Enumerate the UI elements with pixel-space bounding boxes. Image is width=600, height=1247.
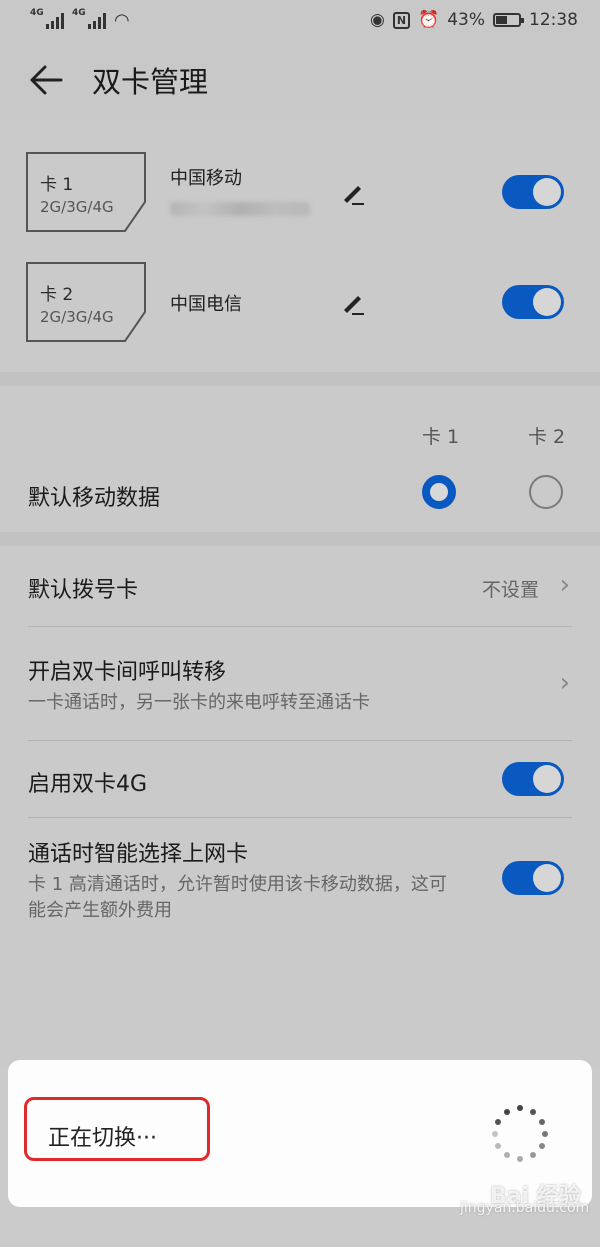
- radio-card1[interactable]: [422, 475, 456, 509]
- sim1-types: 2G/3G/4G: [40, 198, 114, 216]
- status-bar: 4G 4G ◠ ◉ N ⏰ 43% 12:38: [0, 0, 600, 40]
- page-title: 双卡管理: [92, 65, 209, 99]
- column-label-card2: 卡 2: [528, 426, 566, 448]
- sim2-types: 2G/3G/4G: [40, 308, 114, 326]
- battery-icon: [493, 13, 524, 27]
- column-label-card1: 卡 1: [422, 426, 460, 448]
- dual-4g-label: 启用双卡4G: [28, 772, 148, 797]
- dual-4g-toggle[interactable]: [502, 762, 564, 796]
- sim1-toggle[interactable]: [502, 175, 564, 209]
- wifi-icon: ◠: [114, 9, 130, 31]
- switching-text: 正在切换···: [48, 1126, 157, 1151]
- arrow-left-icon: [30, 65, 63, 95]
- section-divider: [0, 372, 600, 386]
- divider: [28, 740, 572, 741]
- signal-icon: 4G: [72, 8, 106, 29]
- radio-card2[interactable]: [529, 475, 563, 509]
- chevron-right-icon: ›: [559, 668, 570, 698]
- sim2-card-label: 卡 2: [40, 285, 74, 305]
- sim1-carrier: 中国移动: [170, 168, 242, 189]
- nfc-icon: N: [392, 11, 411, 29]
- sim2-carrier: 中国电信: [170, 294, 242, 315]
- app-bar: 双卡管理: [0, 40, 600, 120]
- call-forward-label: 开启双卡间呼叫转移: [28, 660, 227, 685]
- smart-data-label: 通话时智能选择上网卡: [28, 842, 249, 867]
- clock: 12:38: [529, 10, 578, 30]
- edit-icon[interactable]: [340, 180, 366, 206]
- section-divider: [0, 532, 600, 546]
- default-dial-value: 不设置: [482, 579, 540, 601]
- divider: [28, 817, 572, 818]
- battery-percent: 43%: [447, 10, 485, 30]
- edit-icon[interactable]: [340, 290, 366, 316]
- signal-icon: 4G: [30, 8, 64, 29]
- chevron-right-icon: ›: [559, 570, 570, 600]
- default-data-label: 默认移动数据: [28, 486, 161, 511]
- eye-icon: ◉: [369, 10, 385, 30]
- smart-data-description: 卡 1 高清通话时，允许暂时使用该卡移动数据，这可能会产生额外费用: [28, 874, 447, 921]
- alarm-icon: ⏰: [418, 10, 440, 30]
- call-forward-description: 一卡通话时，另一张卡的来电呼转至通话卡: [28, 692, 370, 713]
- sim1-card-label: 卡 1: [40, 175, 74, 195]
- sim1-number-blurred: [170, 202, 310, 216]
- back-button[interactable]: [0, 40, 92, 120]
- baidu-watermark-url: jingyan.baidu.com: [460, 1200, 590, 1216]
- default-dial-label: 默认拨号卡: [28, 578, 139, 603]
- sim2-toggle[interactable]: [502, 285, 564, 319]
- loading-spinner-icon: [490, 1103, 550, 1163]
- smart-data-toggle[interactable]: [502, 861, 564, 895]
